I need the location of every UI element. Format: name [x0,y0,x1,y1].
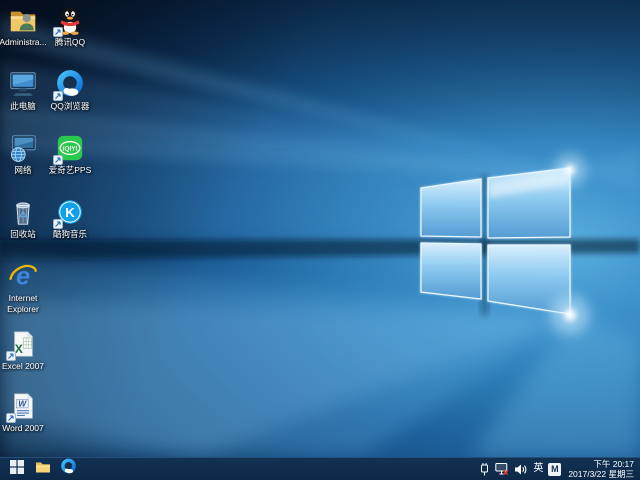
desktop-icon-network[interactable]: 网络 [0,133,48,176]
shortcut-arrow-icon [53,91,63,101]
desktop[interactable]: Administra... 腾讯QQ 此电脑 QQ浏览器 网络 iQIYI 爱奇… [0,0,640,480]
desktop-icon-label: Excel 2007 [1,361,45,371]
desktop-icon-qq-browser[interactable]: QQ浏览器 [45,69,95,112]
desktop-icon-recycle-bin[interactable]: 回收站 [0,197,48,240]
word-icon: W [6,391,38,423]
network-disconnected-icon[interactable] [495,458,509,480]
file-explorer-button[interactable] [32,458,53,480]
wallpaper-image [0,16,640,457]
desktop-icon-internet-explorer[interactable]: e Internet Explorer [0,261,48,315]
start-button[interactable] [6,458,27,480]
desktop-icon-word-2007[interactable]: W Word 2007 [0,391,48,434]
iqiyi-icon: iQIYI [53,133,85,165]
shortcut-arrow-icon [6,413,16,423]
qq-browser-icon [53,69,85,101]
network-icon [8,133,38,163]
desktop-icon-label: 爱奇艺PPS [48,165,92,175]
shortcut-arrow-icon [6,351,16,361]
internet-explorer-icon: e [8,261,38,291]
kugou-icon: K [53,197,85,229]
desktop-icon-label: 此电脑 [10,101,36,111]
desktop-icon-label: 回收站 [10,229,36,239]
desktop-icon-label: Administra... [0,37,47,47]
clock-date: 2017/3/22 星期三 [568,469,634,479]
shortcut-arrow-icon [53,155,63,165]
desktop-icon-user-folder[interactable]: Administra... [0,5,48,48]
desktop-icon-label: Word 2007 [2,423,44,433]
desktop-icon-iqiyi-pps[interactable]: iQIYI 爱奇艺PPS [45,133,95,176]
usb-device-icon[interactable] [479,458,490,480]
qq-browser-icon [60,458,77,480]
language-indicator[interactable]: 英 [533,458,543,480]
word-glyph: W [18,399,27,409]
desktop-icon-this-pc[interactable]: 此电脑 [0,69,48,112]
excel-glyph: X [15,342,24,356]
system-tray: 英 M 下午 20:17 2017/3/22 星期三 [479,458,640,480]
ime-icon: M [548,462,562,476]
qq-penguin-icon [53,5,85,37]
desktop-icon-excel-2007[interactable]: X Excel 2007 [0,329,48,372]
desktop-icon-label: 腾讯QQ [54,37,86,47]
taskbar: 英 M 下午 20:17 2017/3/22 星期三 [0,457,640,480]
desktop-icon-label: QQ浏览器 [50,101,90,111]
kugou-glyph: K [65,205,75,220]
shortcut-arrow-icon [53,27,63,37]
qq-browser-button[interactable] [58,458,79,480]
taskbar-clock[interactable]: 下午 20:17 2017/3/22 星期三 [566,459,636,479]
folder-icon [35,460,51,479]
iqiyi-glyph: iQIYI [63,146,78,153]
recycle-bin-icon [8,197,38,227]
ime-indicator[interactable]: M [548,458,562,480]
computer-icon [8,69,38,99]
desktop-icon-kugou-music[interactable]: K 酷狗音乐 [45,197,95,240]
desktop-icon-label: Internet Explorer [7,293,39,314]
shortcut-arrow-icon [53,219,63,229]
excel-icon: X [6,329,38,361]
windows-logo-icon [9,459,24,479]
desktop-icon-label: 酷狗音乐 [52,229,87,239]
volume-icon[interactable] [514,458,528,480]
desktop-icon-tencent-qq[interactable]: 腾讯QQ [45,5,95,48]
clock-time: 下午 20:17 [593,459,634,469]
user-folder-icon [8,5,38,35]
desktop-icon-label: 网络 [14,165,32,175]
